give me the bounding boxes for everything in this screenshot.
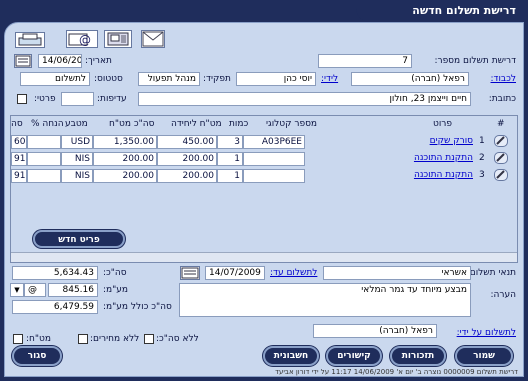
private-checkbox[interactable] <box>17 94 27 104</box>
col-number: # <box>497 119 505 129</box>
edit-row-icon[interactable] <box>494 169 508 181</box>
payment-by-label[interactable]: לתשלום על ידי: <box>457 328 516 338</box>
by-field[interactable]: יוסי כהן <box>236 72 316 86</box>
pay-until-label[interactable]: לתשלום עד: <box>270 268 317 278</box>
note-field[interactable]: מבצע מיוחד עד גמר המלאי <box>179 283 471 317</box>
private-field[interactable] <box>61 92 94 106</box>
save-button[interactable]: שמור <box>455 346 513 366</box>
calendar-icon[interactable] <box>14 54 32 68</box>
row-number: 1 <box>479 136 485 146</box>
row-quantity[interactable]: 1 <box>217 152 243 166</box>
row-currency[interactable]: USD <box>61 135 93 149</box>
mail-icon[interactable] <box>141 30 165 48</box>
address-label: כתובת: <box>488 94 516 104</box>
new-item-button[interactable]: פריט חדש <box>33 230 125 248</box>
row-sum: 60 <box>11 135 27 149</box>
row-number: 2 <box>479 153 485 163</box>
row-catalog[interactable] <box>243 152 305 166</box>
window-title: דרישת תשלום חדשה <box>356 0 528 22</box>
by-label[interactable]: לידי: <box>321 74 338 84</box>
col-description: פרוט <box>433 119 452 129</box>
fax-icon[interactable] <box>104 30 132 48</box>
row-quantity[interactable]: 1 <box>217 169 243 183</box>
row-discount[interactable] <box>27 152 61 166</box>
number-label: דרישת תשלום מספר: <box>434 56 516 66</box>
row-currency[interactable]: NIS <box>61 152 93 166</box>
vat-symbol-field[interactable]: @ <box>24 283 46 297</box>
edit-row-icon[interactable] <box>494 135 508 147</box>
role-field[interactable]: מנהל תפעול <box>138 72 200 86</box>
row-description[interactable]: סורק שקים <box>307 135 475 149</box>
total-label: סה"כ: <box>103 268 127 278</box>
status-label: סטטוס: <box>94 74 123 84</box>
col-currency: מטבע <box>65 119 88 129</box>
vat-dropdown[interactable]: ▼ <box>10 283 24 297</box>
horizontal-scrollbar[interactable] <box>11 252 517 262</box>
svg-text:@: @ <box>79 33 91 47</box>
close-button[interactable]: סגור <box>12 346 62 366</box>
col-catalog: מספר קטלוגי <box>266 119 318 129</box>
row-quantity[interactable]: 3 <box>217 135 243 149</box>
items-table: # פרוט מספר קטלוגי כמות מט"ח ליחידה סה"כ… <box>10 115 518 263</box>
payment-terms-label: תנאי תשלום: <box>466 268 516 278</box>
vat-label: מע"מ: <box>103 285 129 295</box>
edit-row-icon[interactable] <box>494 152 508 164</box>
currency-checkbox[interactable] <box>13 334 23 344</box>
row-catalog[interactable] <box>243 169 305 183</box>
no-total-label: ללא סה"כ: <box>156 334 199 344</box>
date-label: תאריך: <box>85 56 112 66</box>
to-label[interactable]: לכבוד: <box>491 74 516 84</box>
currency-label: מט"ח: <box>26 334 52 344</box>
reminders-button[interactable]: תזכורות <box>390 346 446 366</box>
row-currency[interactable]: NIS <box>61 169 93 183</box>
priority-label: עדיפות: <box>97 94 127 104</box>
number-field[interactable]: 7 <box>318 54 412 68</box>
col-total-fx: סה"כ מט"ח <box>109 119 155 129</box>
row-sum: 91 <box>11 169 27 183</box>
grand-total-field: 6,479.59 <box>12 300 98 314</box>
invoice-button[interactable]: חשבונית <box>263 346 319 366</box>
address-field[interactable]: חיים וייצמן 23, חולון <box>138 92 471 106</box>
private-label: פרטי: <box>34 94 56 104</box>
pay-until-field[interactable]: 14/07/2009 <box>205 266 265 280</box>
no-prices-label: ללא מחירים: <box>90 334 140 344</box>
row-total-fx[interactable]: 200.00 <box>93 169 157 183</box>
row-unit-price[interactable]: 450.00 <box>157 135 217 149</box>
payment-by-field[interactable]: רפאל (חברה) <box>313 324 437 338</box>
email-at-icon[interactable]: @ <box>66 30 98 48</box>
col-discount: % הנחה <box>31 119 64 129</box>
total-field: 5,634.43 <box>12 266 98 280</box>
row-total-fx[interactable]: 200.00 <box>93 152 157 166</box>
status-bar: דרישת תשלום 0000009 נוצרה ב' יום א' 14/0… <box>275 368 518 376</box>
role-label: תפקיד: <box>203 74 231 84</box>
row-unit-price[interactable]: 200.00 <box>157 152 217 166</box>
vat-field: 845.16 <box>48 283 98 297</box>
col-quantity: כמות <box>229 119 249 129</box>
calendar-icon[interactable] <box>180 266 200 280</box>
col-sum: סה <box>11 119 23 129</box>
attachments-button[interactable]: קישורים <box>326 346 382 366</box>
payment-terms-field[interactable]: אשראי <box>323 266 471 280</box>
print-icon[interactable] <box>15 32 45 48</box>
row-description[interactable]: התקנת התוכנה <box>307 152 475 166</box>
row-description[interactable]: התקנת התוכנה <box>307 169 475 183</box>
date-field[interactable]: 14/06/2009 <box>38 54 82 68</box>
row-discount[interactable] <box>27 169 61 183</box>
row-sum: 91 <box>11 152 27 166</box>
row-number: 3 <box>479 170 485 180</box>
to-field[interactable]: רפאל (חברה) <box>351 72 469 86</box>
no-total-checkbox[interactable] <box>144 334 154 344</box>
grand-total-label: סה"כ כולל מע"מ: <box>103 302 172 312</box>
row-discount[interactable] <box>27 135 61 149</box>
no-prices-checkbox[interactable] <box>78 334 88 344</box>
note-label: הערה: <box>490 290 516 300</box>
row-unit-price[interactable]: 200.00 <box>157 169 217 183</box>
status-field[interactable]: לתשלום <box>20 72 90 86</box>
row-catalog[interactable]: A03P6EE <box>243 135 305 149</box>
row-total-fx[interactable]: 1,350.00 <box>93 135 157 149</box>
col-unit-price: מט"ח ליחידה <box>171 119 222 129</box>
